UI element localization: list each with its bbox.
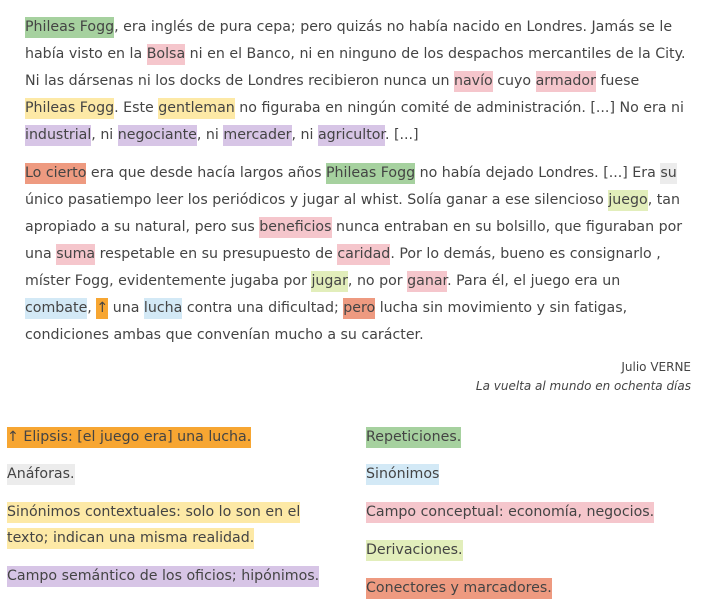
legend-item-anaforas: Anáforas. [7,461,75,487]
text-run: . [...] [384,127,419,143]
legend-item-derivaciones: Derivaciones. [366,537,463,563]
highlight-campo-conceptual: suma [56,244,96,265]
highlight-derivacion: jugar [311,271,348,292]
text-run: cuyo [492,73,536,89]
paragraph-2: Lo cierto era que desde hacía largos año… [25,160,690,349]
legend-item-campo-semantico: Campo semántico de los oficios; hipónimo… [7,563,320,589]
highlight-campo-conceptual: navío [453,71,493,92]
highlight-campo-conceptual: ganar [407,271,448,292]
highlight-campo-semantico: negociante [117,125,197,146]
attribution: Julio VERNE La vuelta al mundo en ochent… [476,358,691,396]
text-run: respetable en su presupuesto de [95,246,338,262]
highlight-sinonimo: lucha [143,298,183,319]
text-run: . Para él, el juego era un [447,273,621,289]
highlight-repeticion: Phileas Fogg [326,163,416,184]
text-run: una [108,300,144,316]
highlight-campo-semantico: agricultor [317,125,385,146]
text-run: , [87,300,97,316]
text-run: no había dejado Londres. [...] Era [415,165,661,181]
highlight-campo-semantico: industrial [25,125,92,146]
highlight-campo-conceptual: armador [535,71,596,92]
highlight-sinonimo-contextual: gentleman [158,98,235,119]
paragraph-1: Phileas Fogg, era inglés de pura cepa; p… [25,14,690,149]
highlight-campo-conceptual: Bolsa [146,44,186,65]
text-run: único pasatiempo leer los periódicos y j… [25,192,609,208]
legend-item-sinonimos: Sinónimos [366,461,440,487]
work-title: La vuelta al mundo en ochenta días [475,379,691,393]
text-run: , ni [196,127,224,143]
legend-item-repeticiones: Repeticiones. [366,424,462,450]
highlight-campo-semantico: mercader [223,125,292,146]
legend-item-elipsis: ↑ Elipsis: [el juego era] una lucha. [7,424,252,450]
highlight-conector: pero [343,298,376,319]
highlight-sinonimo-contextual: Phileas Fogg [25,98,115,119]
text-run: , no por [347,273,408,289]
highlight-anafora: su [660,163,677,184]
text-run: , ni [291,127,318,143]
legend-item-sinonimos-contextuales: Sinónimos contextuales: solo lo son en e… [7,499,337,551]
highlight-elipsis-marker: ↑ [96,298,109,319]
highlight-derivacion: juego [608,190,648,211]
highlight-campo-conceptual: caridad [337,244,391,265]
text-run: . Este [114,100,159,116]
highlight-repeticion: Phileas Fogg [25,17,115,38]
highlight-conector: Lo cierto [25,163,87,184]
highlight-campo-conceptual: beneficios [259,217,332,238]
text-run: , ni [91,127,118,143]
text-run: fuese [595,73,640,89]
author-name: Julio VERNE [621,360,691,374]
text-run: era que desde hacía largos años [86,165,326,181]
text-run: contra una dificultad; [182,300,344,316]
legend-item-campo-conceptual: Campo conceptual: economía, negocios. [366,499,655,525]
legend-item-conectores: Conectores y marcadores. [366,575,552,601]
highlight-sinonimo: combate [25,298,88,319]
text-run: no figuraba en ningún comité de administ… [234,100,684,116]
